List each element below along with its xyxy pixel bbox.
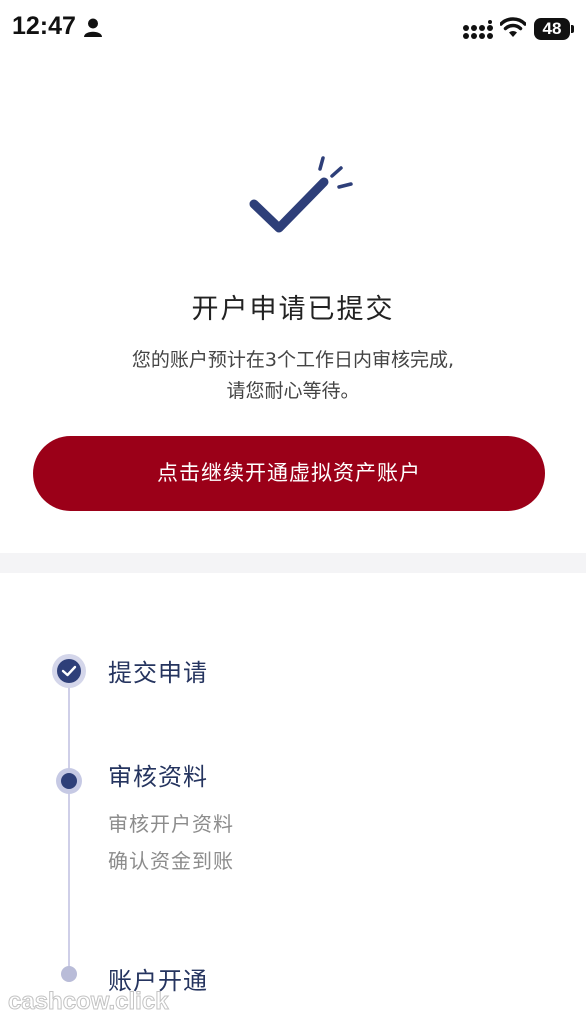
step-detail-confirm-funds: 确认资金到账 (108, 849, 234, 873)
watermark: cashcow.click (8, 988, 170, 1016)
step-title-submit: 提交申请 (108, 659, 208, 687)
step-detail-review-materials: 审核开户资料 (108, 812, 234, 836)
status-bar: 12:47 48 (0, 0, 586, 58)
signal-icon (463, 20, 493, 39)
person-icon (84, 18, 102, 37)
status-time: 12:47 (12, 12, 76, 40)
checkmark-icon (249, 156, 353, 233)
step-pending-dot-icon (61, 966, 77, 982)
step-active-dot-icon (56, 768, 82, 794)
continue-open-virtual-asset-account-button[interactable]: 点击继续开通虚拟资产账户 (33, 436, 545, 511)
review-time-notice: 您的账户预计在3个工作日内审核完成, 请您耐心等待。 (0, 345, 586, 407)
step-title-review: 审核资料 (108, 763, 208, 791)
notice-line-2: 请您耐心等待。 (226, 380, 360, 402)
battery-cap (571, 25, 574, 33)
page-title: 开户申请已提交 (191, 294, 395, 325)
submission-success-panel: 开户申请已提交 您的账户预计在3个工作日内审核完成, 请您耐心等待。 点击继续开… (0, 58, 586, 553)
wifi-icon (500, 17, 526, 37)
step-done-check-icon (52, 654, 86, 688)
timeline-line (68, 675, 70, 975)
battery-icon: 48 (534, 18, 570, 40)
section-divider (0, 553, 586, 573)
notice-line-1: 您的账户预计在3个工作日内审核完成, (131, 349, 455, 371)
progress-timeline: 提交申请 审核资料 审核开户资料 确认资金到账 账户开通 (0, 573, 586, 1024)
